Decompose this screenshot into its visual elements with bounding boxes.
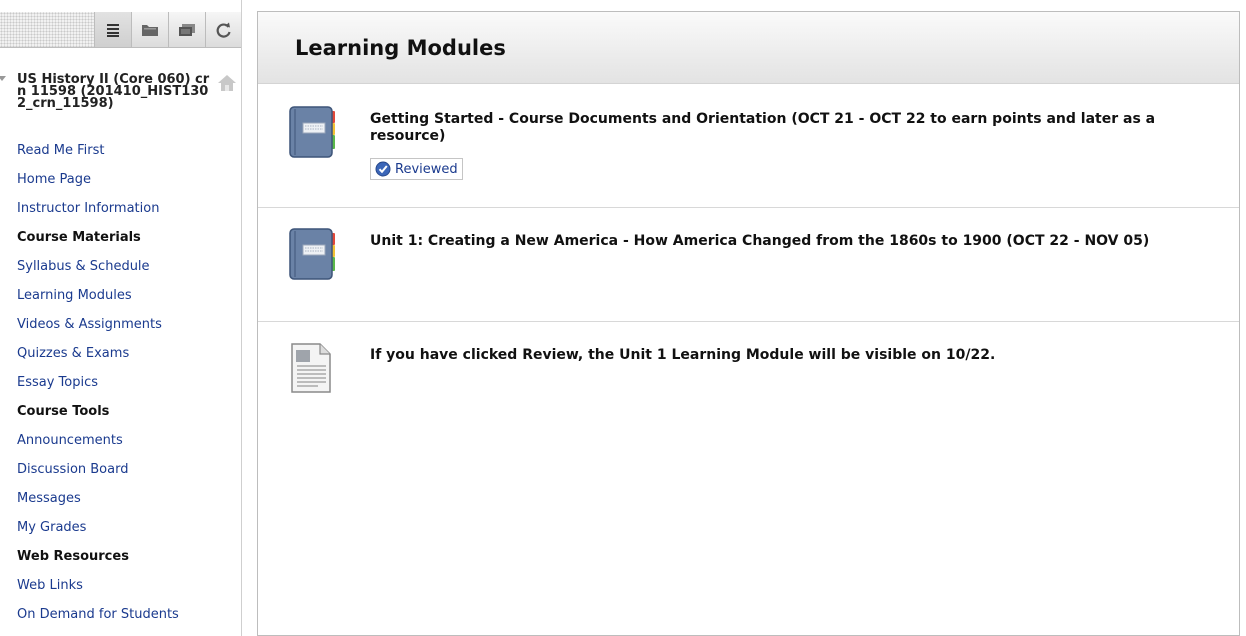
content-item: Getting Started - Course Documents and O… (258, 85, 1239, 208)
menu-heading-course-tools: Course Tools (17, 404, 110, 419)
learning-module-icon (289, 228, 335, 280)
course-menu-sidebar: US History II (Core 060) crn 11598 (2014… (0, 0, 242, 636)
course-menu: Read Me First Home Page Instructor Informa… (17, 143, 237, 636)
menu-item-my-grades[interactable]: My Grades (17, 520, 237, 549)
menu-item-quizzes-exams[interactable]: Quizzes & Exams (17, 346, 237, 375)
course-title[interactable]: US History II (Core 060) crn 11598 (2014… (17, 73, 215, 110)
content-item: If you have clicked Review, the Unit 1 L… (258, 322, 1239, 442)
menu-item-messages[interactable]: Messages (17, 491, 237, 520)
list-icon (107, 23, 119, 37)
app-root: US History II (Core 060) crn 11598 (2014… (0, 0, 1246, 636)
menu-item-home-page[interactable]: Home Page (17, 172, 237, 201)
menu-item-learning-modules[interactable]: Learning Modules (17, 288, 237, 317)
window-view-button[interactable] (168, 12, 205, 47)
list-view-button[interactable] (94, 12, 131, 47)
content-header: Learning Modules (258, 12, 1239, 84)
menu-item-announcements[interactable]: Announcements (17, 433, 237, 462)
menu-item-instructor-information[interactable]: Instructor Information (17, 201, 237, 230)
menu-item-web-links[interactable]: Web Links (17, 578, 237, 607)
folder-icon (142, 24, 158, 36)
reviewed-label: Reviewed (395, 161, 458, 177)
menu-item-essay-topics[interactable]: Essay Topics (17, 375, 237, 404)
refresh-icon (216, 22, 231, 38)
content-area: Learning Modules Getting Started - Cours… (257, 11, 1240, 636)
check-circle-icon (375, 161, 391, 177)
reviewed-button[interactable]: Reviewed (370, 158, 463, 180)
learning-module-icon (289, 106, 335, 158)
item-title-link[interactable]: Getting Started - Course Documents and O… (370, 111, 1190, 145)
menu-item-videos-assignments[interactable]: Videos & Assignments (17, 317, 237, 346)
content-item: Unit 1: Creating a New America - How Ame… (258, 208, 1239, 322)
menu-item-read-me-first[interactable]: Read Me First (17, 143, 237, 172)
menu-heading-course-materials: Course Materials (17, 230, 141, 245)
menu-item-on-demand-for-students[interactable]: On Demand for Students (17, 607, 237, 636)
home-icon[interactable] (217, 74, 237, 92)
menu-item-syllabus-schedule[interactable]: Syllabus & Schedule (17, 259, 237, 288)
document-icon (291, 343, 331, 393)
menu-heading-web-resources: Web Resources (17, 549, 129, 564)
menu-item-discussion-board[interactable]: Discussion Board (17, 462, 237, 491)
refresh-button[interactable] (205, 12, 241, 47)
page-title: Learning Modules (295, 36, 506, 60)
item-title-text: If you have clicked Review, the Unit 1 L… (370, 347, 996, 363)
sidebar-toolbar (0, 12, 241, 48)
collapse-caret-icon[interactable] (0, 76, 6, 81)
window-icon (179, 23, 195, 36)
item-title-link[interactable]: Unit 1: Creating a New America - How Ame… (370, 233, 1190, 250)
folder-view-button[interactable] (131, 12, 168, 47)
toolbar-pattern (0, 12, 94, 47)
